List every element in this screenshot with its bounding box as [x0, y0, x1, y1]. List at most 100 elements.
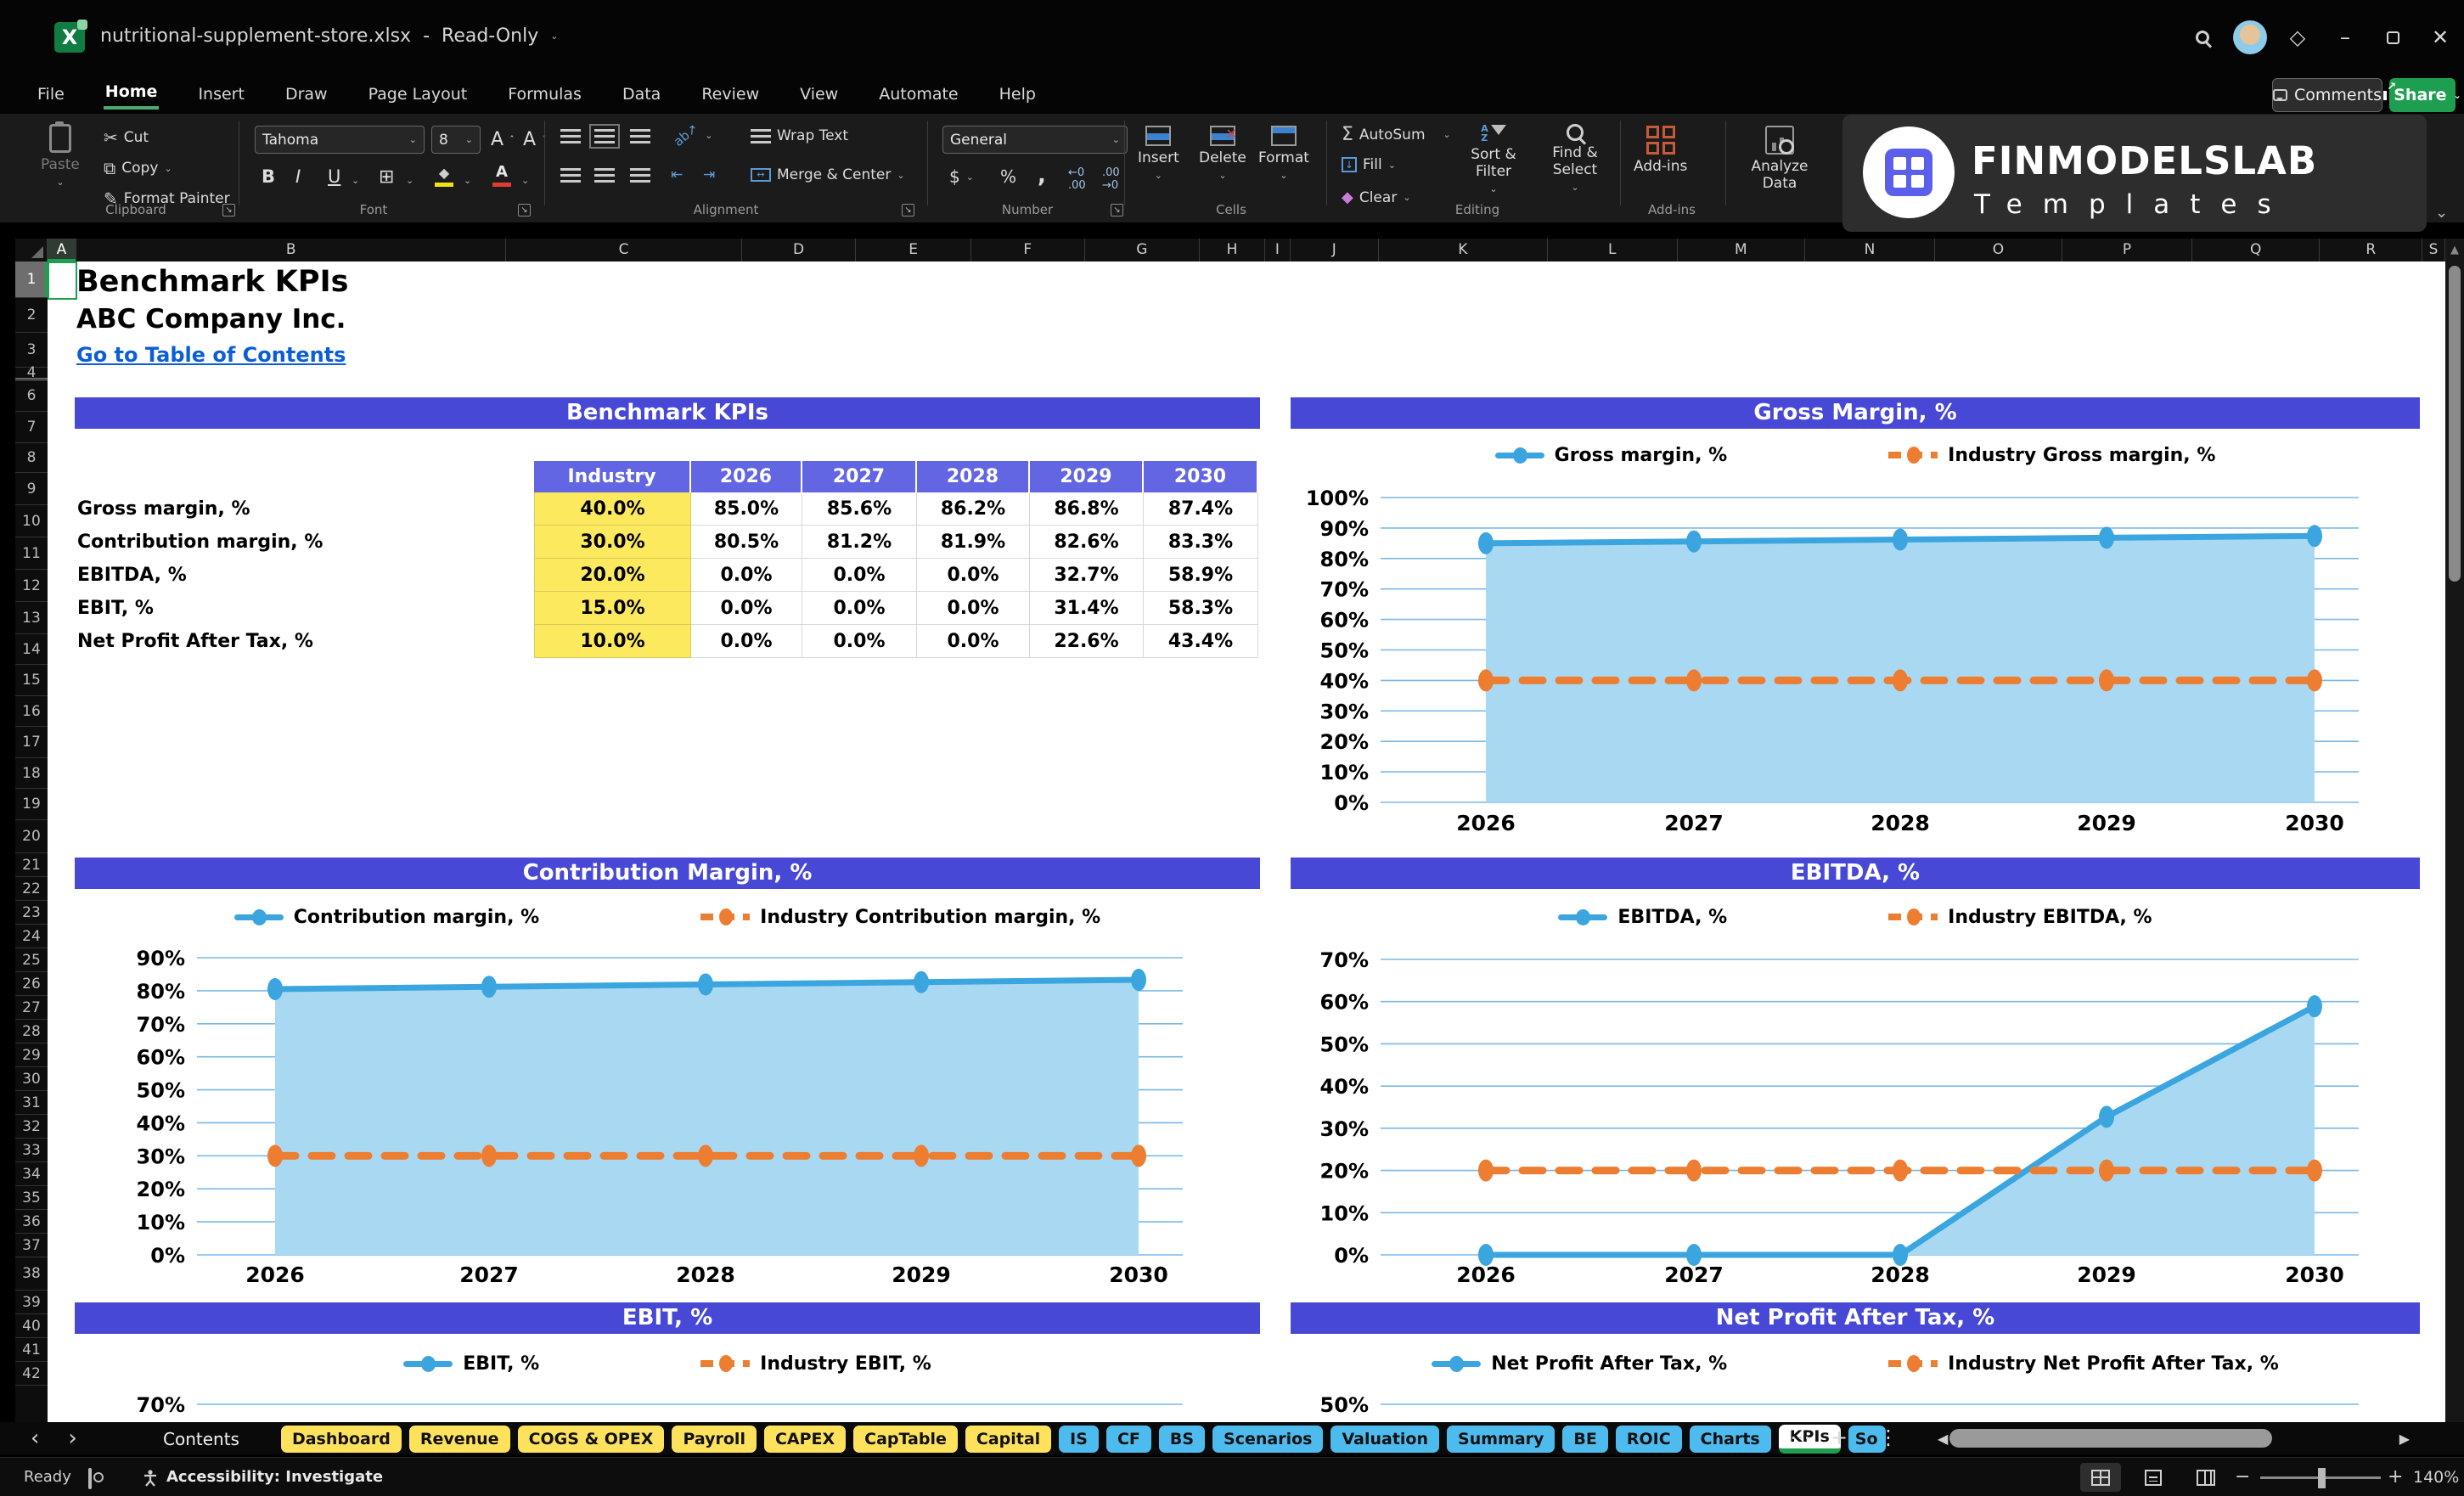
premium-diamond-icon[interactable]: ◇ — [2274, 17, 2321, 58]
sheet-tab-capital[interactable]: Capital — [965, 1426, 1051, 1453]
row-header-4[interactable]: 4 — [15, 368, 48, 380]
row-header-10[interactable]: 10 — [15, 505, 48, 537]
column-header-I[interactable]: I — [1265, 239, 1291, 262]
collapse-ribbon-chevron[interactable]: ⌄ — [2435, 204, 2448, 222]
row-header-31[interactable]: 31 — [15, 1091, 48, 1115]
column-header-K[interactable]: K — [1379, 239, 1548, 262]
format-cells-button[interactable]: Format⌄ — [1258, 126, 1309, 181]
value-cell[interactable]: 58.3% — [1144, 592, 1258, 625]
row-header-18[interactable]: 18 — [15, 758, 48, 789]
readonly-badge[interactable]: Read-Only — [442, 25, 538, 47]
clipboard-dialog-launcher[interactable]: ↘ — [222, 204, 235, 217]
industry-cell[interactable]: 40.0% — [534, 492, 691, 526]
value-cell[interactable]: 0.0% — [691, 625, 802, 658]
share-button[interactable]: Share ⌄ — [2389, 78, 2456, 112]
accessibility-status[interactable]: Accessibility: Investigate — [166, 1468, 383, 1486]
value-cell[interactable]: 0.0% — [802, 625, 917, 658]
value-cell[interactable]: 86.2% — [917, 492, 1030, 526]
sheet-tab-capex[interactable]: CAPEX — [764, 1426, 846, 1453]
more-sheets-icon[interactable]: ⋯ — [1790, 1426, 1810, 1449]
row-header-37[interactable]: 37 — [15, 1234, 48, 1257]
column-header-F[interactable]: F — [971, 239, 1085, 262]
value-cell[interactable]: 81.9% — [917, 526, 1030, 559]
sheet-tab-payroll[interactable]: Payroll — [672, 1426, 757, 1453]
column-header-G[interactable]: G — [1085, 239, 1201, 262]
scroll-up-icon[interactable]: ▲ — [2445, 239, 2464, 256]
zoom-slider-thumb[interactable] — [2318, 1468, 2326, 1488]
row-header-13[interactable]: 13 — [15, 602, 48, 634]
zoom-out-button[interactable]: − — [2235, 1466, 2250, 1488]
increase-indent-button[interactable]: ⇥ — [703, 166, 715, 183]
value-cell[interactable]: 32.7% — [1030, 559, 1144, 592]
vertical-scroll-thumb[interactable] — [2449, 266, 2461, 582]
sheet-tab-summary[interactable]: Summary — [1447, 1426, 1555, 1453]
page-break-view-button[interactable] — [2186, 1463, 2226, 1492]
sheet-tab-valuation[interactable]: Valuation — [1330, 1426, 1439, 1453]
row-header-42[interactable]: 42 — [15, 1362, 48, 1386]
row-header-11[interactable]: 11 — [15, 537, 48, 570]
orientation-button[interactable]: ab↗⌄ — [672, 127, 713, 143]
delete-cells-button[interactable]: Delete⌄ — [1199, 126, 1246, 181]
horizontal-scrollbar[interactable]: ◀ ▶ — [1938, 1429, 2410, 1448]
close-button[interactable]: ✕ — [2416, 17, 2464, 58]
row-header-17[interactable]: 17 — [15, 727, 48, 758]
value-cell[interactable]: 0.0% — [802, 559, 917, 592]
value-cell[interactable]: 85.6% — [802, 492, 917, 526]
row-header-29[interactable]: 29 — [15, 1043, 48, 1067]
sheet-tab-roic[interactable]: ROIC — [1616, 1426, 1682, 1453]
row-header-30[interactable]: 30 — [15, 1067, 48, 1091]
chevron-down-icon[interactable]: ⌄ — [521, 175, 529, 186]
row-header-28[interactable]: 28 — [15, 1020, 48, 1043]
fill-button[interactable]: ↓Fill⌄ — [1342, 156, 1396, 173]
chevron-down-icon[interactable]: ⌄ — [550, 31, 558, 42]
value-cell[interactable]: 58.9% — [1144, 559, 1258, 592]
row-header-9[interactable]: 9 — [15, 473, 48, 505]
sheet-tab-contents[interactable]: Contents — [153, 1429, 250, 1449]
restore-button[interactable] — [2369, 17, 2416, 58]
align-middle-icon[interactable] — [594, 129, 615, 143]
row-header-39[interactable]: 39 — [15, 1291, 48, 1314]
row-header-3[interactable]: 3 — [15, 333, 48, 368]
column-header-B[interactable]: B — [76, 239, 507, 262]
row-header-34[interactable]: 34 — [15, 1162, 48, 1186]
search-button[interactable] — [2179, 17, 2226, 58]
industry-cell[interactable]: 10.0% — [534, 625, 691, 658]
row-header-12[interactable]: 12 — [15, 570, 48, 602]
insert-cells-button[interactable]: Insert⌄ — [1138, 126, 1179, 181]
align-center-icon[interactable] — [594, 168, 615, 183]
prev-sheet-arrow[interactable]: ‹ — [31, 1426, 39, 1451]
column-header-A[interactable]: A — [48, 239, 76, 262]
menu-tab-home[interactable]: Home — [104, 79, 160, 110]
column-header-C[interactable]: C — [506, 239, 741, 262]
menu-tab-help[interactable]: Help — [998, 82, 1038, 107]
font-dialog-launcher[interactable]: ↘ — [518, 204, 531, 217]
sheet-tab-captable[interactable]: CapTable — [853, 1426, 958, 1453]
value-cell[interactable]: 0.0% — [917, 625, 1030, 658]
value-cell[interactable]: 0.0% — [917, 592, 1030, 625]
page-layout-view-button[interactable] — [2133, 1463, 2174, 1492]
row-header-35[interactable]: 35 — [15, 1186, 48, 1210]
align-right-icon[interactable] — [630, 168, 650, 183]
comments-button[interactable]: Comments — [2272, 78, 2382, 112]
column-header-D[interactable]: D — [742, 239, 857, 262]
find-select-button[interactable]: Find & Select⌄ — [1539, 124, 1612, 193]
row-header-14[interactable]: 14 — [15, 634, 48, 665]
value-cell[interactable]: 0.0% — [691, 592, 802, 625]
align-top-icon[interactable] — [560, 129, 581, 143]
menu-tab-insert[interactable]: Insert — [196, 82, 246, 107]
value-cell[interactable]: 82.6% — [1030, 526, 1144, 559]
row-header-15[interactable]: 15 — [15, 665, 48, 696]
cut-button[interactable]: ✂Cut — [104, 127, 149, 148]
sheet-tab-be[interactable]: BE — [1562, 1426, 1607, 1453]
menu-tab-formulas[interactable]: Formulas — [506, 82, 583, 107]
value-cell[interactable]: 0.0% — [691, 559, 802, 592]
horizontal-scroll-thumb[interactable] — [1949, 1429, 2272, 1448]
percent-style-button[interactable]: % — [1000, 166, 1016, 187]
row-header-22[interactable]: 22 — [15, 877, 48, 901]
scroll-right-icon[interactable]: ▶ — [2399, 1431, 2410, 1447]
value-cell[interactable]: 87.4% — [1144, 492, 1258, 526]
menu-tab-view[interactable]: View — [798, 82, 840, 107]
row-header-38[interactable]: 38 — [15, 1257, 48, 1291]
industry-cell[interactable]: 30.0% — [534, 526, 691, 559]
align-left-icon[interactable] — [560, 168, 581, 183]
